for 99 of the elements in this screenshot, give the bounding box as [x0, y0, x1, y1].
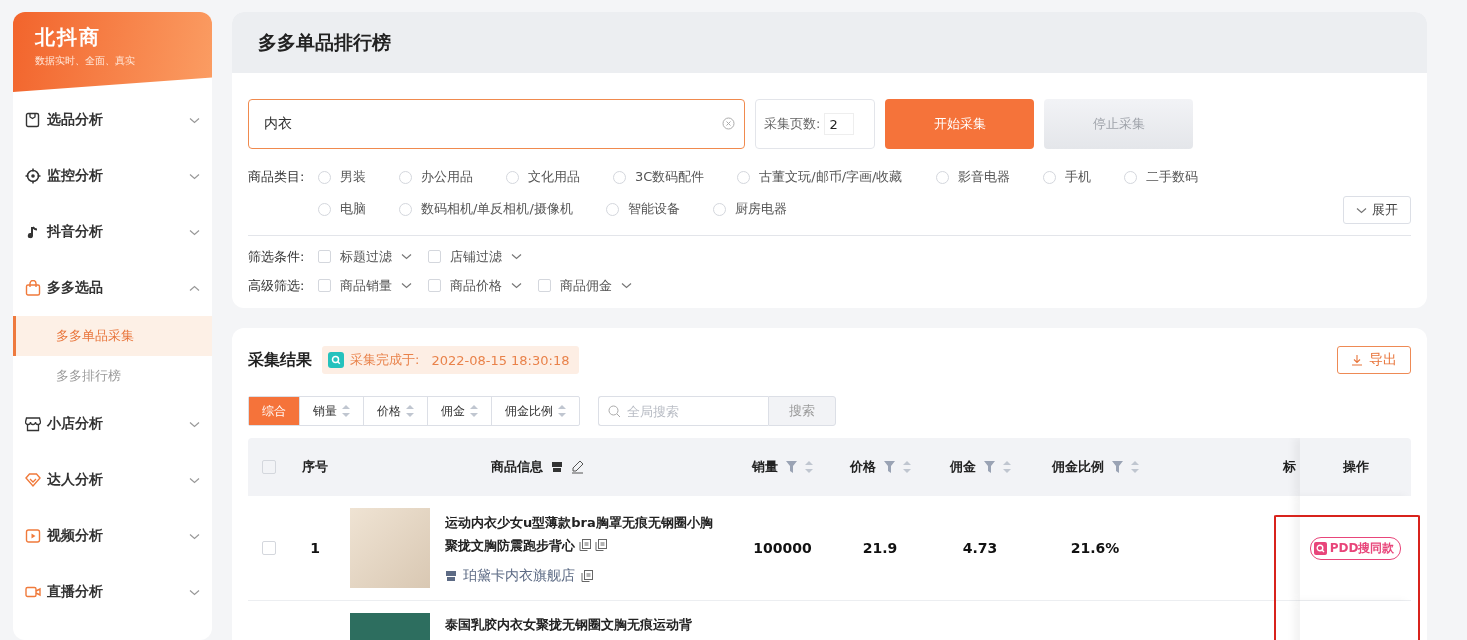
shopping-bag-icon	[25, 280, 41, 296]
brand-name: 北抖商	[35, 24, 101, 51]
video-play-icon	[25, 528, 41, 544]
box-icon	[25, 112, 41, 128]
sort-icon	[558, 405, 566, 417]
filter-icon	[786, 461, 797, 473]
column-title: 操作	[1342, 458, 1369, 476]
shop-name[interactable]: 珀黛卡内衣旗舰店	[463, 567, 575, 585]
clear-icon	[722, 117, 735, 130]
filter-title: 筛选条件:	[248, 248, 306, 266]
sort-tab[interactable]: 价格	[363, 397, 427, 425]
status-label: 采集完成于:	[350, 351, 420, 369]
table-cell-text: 21.6%	[1070, 540, 1120, 556]
sort-icon	[406, 405, 414, 417]
table-cell-text: 100000	[753, 540, 812, 556]
sidebar-item[interactable]: 小店分析	[13, 396, 212, 452]
category-label: 手机	[1064, 168, 1091, 186]
target-icon	[25, 168, 41, 184]
copy-icon	[581, 570, 593, 582]
pencil-icon	[571, 460, 584, 474]
product-title[interactable]: 泰国乳胶内衣女聚拢无钢圈文胸无痕运动背	[445, 613, 717, 636]
sidebar-item[interactable]: 多多选品	[13, 260, 212, 316]
copy-icon	[595, 539, 607, 551]
checkbox[interactable]	[262, 460, 276, 474]
category-label: 古董文玩/邮币/字画/收藏	[759, 168, 903, 186]
column-title: 序号	[302, 458, 328, 476]
find-similar-button[interactable]: PDD搜同款	[1309, 536, 1402, 560]
results-title: 采集结果	[248, 349, 312, 371]
table-cell-text: 4.73	[962, 540, 998, 556]
sidebar-item[interactable]: 视频分析	[13, 508, 212, 564]
checkbox[interactable]	[318, 250, 331, 263]
category-label: 影音电器	[957, 168, 1010, 186]
column-title: 佣金	[949, 458, 976, 476]
sidebar-item[interactable]: 选品分析	[13, 92, 212, 148]
table-cell-text: 1	[310, 540, 320, 556]
page-title: 多多单品排行榜	[258, 29, 391, 55]
sort-tab[interactable]: 销量	[299, 397, 363, 425]
table-cell-text: 21.9	[862, 540, 898, 556]
sidebar-item[interactable]: 达人分析	[13, 452, 212, 508]
product-title[interactable]: 运动内衣少女u型薄款bra胸罩无痕无钢圈小胸聚拢文胸防震跑步背心	[445, 511, 717, 557]
column-title: 商品信息	[491, 458, 543, 476]
category-label: 3C数码配件	[635, 168, 705, 186]
global-search-field[interactable]: 全局搜索	[598, 396, 768, 426]
column-title: 销量	[752, 458, 778, 476]
chevron-down-icon	[511, 282, 522, 289]
filter-label: 标题过滤	[340, 247, 392, 266]
category-label: 二手数码	[1145, 168, 1198, 186]
diamond-icon	[25, 472, 41, 488]
sort-icon	[470, 405, 478, 417]
page-count-input[interactable]: 2	[824, 113, 855, 135]
sort-tab[interactable]: 佣金	[427, 397, 491, 425]
filter-label: 店铺过滤	[450, 247, 502, 266]
chevron-down-icon	[401, 282, 412, 289]
checkbox[interactable]	[318, 279, 331, 292]
filter-icon	[1111, 461, 1123, 473]
sidebar-item[interactable]: 抖音分析	[13, 204, 212, 260]
category-title: 商品类目:	[248, 168, 306, 186]
sort-icon	[1002, 461, 1011, 473]
sort-icon	[805, 461, 813, 473]
checkbox[interactable]	[538, 279, 551, 292]
sort-icon	[902, 461, 911, 473]
checkbox[interactable]	[428, 250, 441, 263]
category-label: 办公用品	[421, 168, 473, 186]
filter-label: 商品价格	[450, 276, 502, 295]
column-title: 价格	[849, 458, 876, 476]
sidebar-item[interactable]: 直播分析	[13, 564, 212, 620]
sort-icon	[1130, 461, 1139, 473]
column-title: 佣金比例	[1051, 458, 1104, 476]
category-label: 厨房电器	[734, 200, 787, 218]
category-label: 男装	[340, 168, 366, 186]
checkbox[interactable]	[262, 541, 276, 555]
sidebar-item[interactable]: 监控分析	[13, 148, 212, 204]
filter-icon	[983, 461, 995, 473]
search-icon	[1313, 541, 1327, 555]
chevron-down-icon	[401, 253, 412, 260]
column-title: 标	[1283, 458, 1296, 476]
chevron-down-icon	[511, 253, 522, 260]
category-label: 智能设备	[627, 200, 680, 218]
category-label: 数码相机/单反相机/摄像机	[421, 200, 573, 218]
category-label: 电脑	[340, 200, 366, 218]
video-camera-icon	[25, 584, 41, 600]
search-icon	[328, 352, 344, 368]
search-field[interactable]: 内衣	[248, 99, 745, 149]
chevron-down-icon	[621, 282, 632, 289]
category-label: 文化用品	[528, 168, 580, 186]
sort-tab[interactable]: 佣金比例	[491, 397, 579, 425]
chevron-down-icon	[1356, 206, 1367, 214]
brand-tagline: 数据实时、全面、真实	[35, 54, 135, 68]
filter-title: 高级筛选:	[248, 277, 306, 295]
expand-button[interactable]: 展开	[1343, 196, 1411, 224]
page-count-label: 采集页数:	[764, 115, 821, 133]
checkbox[interactable]	[428, 279, 441, 292]
filter-label: 商品销量	[340, 276, 392, 295]
status-time: 2022-08-15 18:30:18	[431, 352, 570, 368]
filter-icon	[883, 461, 895, 473]
sort-icon	[342, 405, 350, 417]
download-icon	[1351, 354, 1363, 366]
copy-icon	[579, 539, 591, 551]
filter-label: 商品佣金	[560, 276, 612, 295]
